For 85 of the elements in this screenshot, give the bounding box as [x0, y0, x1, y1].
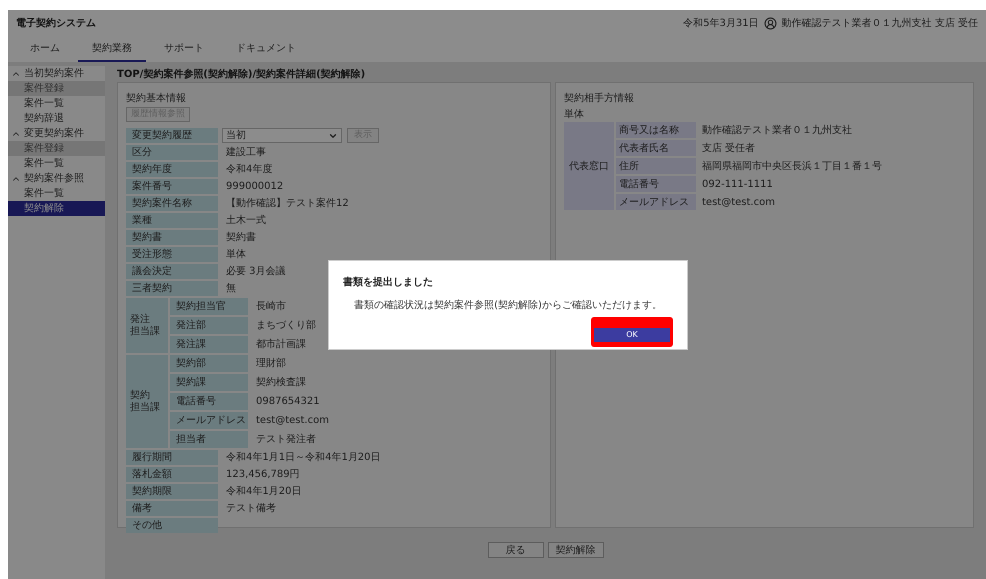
group-label: 担当課 — [130, 402, 161, 414]
field-label: 契約年度 — [126, 162, 218, 177]
field-value: テスト備考 — [225, 502, 277, 516]
field-label: 議会決定 — [126, 264, 218, 279]
panel-title: 契約相手方情報 — [564, 92, 635, 105]
field-value: test@test.com — [701, 196, 776, 210]
group-label: 担当課 — [130, 326, 161, 338]
field-value: 999000012 — [225, 180, 284, 194]
ok-button[interactable]: OK — [594, 328, 670, 342]
field-value: 必要 3月会議 — [225, 264, 287, 279]
sidebar-item[interactable]: 契約解除 — [8, 201, 105, 216]
field-value: 長崎市 — [255, 300, 287, 314]
field-value: 0987654321 — [255, 395, 321, 409]
history-select[interactable]: 当初 — [222, 128, 342, 143]
field-label: 住所 — [616, 158, 696, 174]
sidebar-item[interactable]: 案件一覧 — [8, 186, 105, 201]
field-label: 発注部 — [170, 317, 248, 334]
field-label: メールアドレス — [616, 194, 696, 210]
footer-button[interactable]: 戻る — [488, 542, 544, 558]
field-value: 092-111-1111 — [701, 178, 774, 192]
user-name: 動作確認テスト業者０１九州支社 支店 受任 — [782, 16, 978, 30]
field-value: 福岡県福岡市中央区長浜１丁目１番１号 — [701, 160, 883, 174]
field-label: 受注形態 — [126, 247, 218, 262]
field-label: 担当者 — [170, 431, 248, 448]
field-label: 落札金額 — [126, 467, 218, 482]
field-value: test@test.com — [255, 414, 330, 428]
date-text: 令和5年3月31日 — [683, 16, 759, 30]
field-value: 契約書 — [225, 230, 257, 245]
field-label: 電話番号 — [170, 393, 248, 410]
field-label: 契約部 — [170, 355, 248, 372]
sidebar-section[interactable]: 契約案件参照 — [8, 171, 105, 186]
group-label: 代表窓口 — [564, 122, 614, 210]
field-label: 契約案件名称 — [126, 196, 218, 211]
sidebar-section[interactable]: 当初契約案件 — [8, 66, 105, 81]
partner-type: 単体 — [564, 108, 585, 120]
nav-tab[interactable]: 契約業務 — [78, 36, 146, 62]
dialog-title: 書類を提出しました — [343, 276, 434, 290]
field-value: 契約検査課 — [255, 376, 307, 390]
breadcrumb: TOP/契約案件参照(契約解除)/契約案件詳細(契約解除) — [117, 67, 366, 82]
field-value: 都市計画課 — [255, 338, 307, 352]
field-value: 令和4年1月20日 — [225, 484, 302, 499]
sidebar-section[interactable]: 変更契約案件 — [8, 126, 105, 141]
app-title: 電子契約システム — [16, 16, 96, 30]
field-value: テスト発注者 — [255, 432, 317, 447]
field-label: 三者契約 — [126, 281, 218, 296]
field-label: 履行期間 — [126, 450, 218, 465]
field-label: 電話番号 — [616, 176, 696, 192]
field-value: 無 — [225, 282, 237, 296]
dialog-message: 書類の確認状況は契約案件参照(契約解除)からご確認いただけます。 — [354, 298, 662, 313]
field-label: 契約担当官 — [170, 298, 248, 315]
field-value: 【動作確認】テスト案件12 — [225, 196, 350, 211]
field-label: 業種 — [126, 213, 218, 228]
field-label: 契約期限 — [126, 484, 218, 499]
field-label: 備考 — [126, 501, 218, 516]
field-label: 契約書 — [126, 230, 218, 245]
sidebar-item[interactable]: 契約辞退 — [8, 111, 105, 126]
group-label: 契約 — [130, 390, 151, 402]
nav-tab[interactable]: ホーム — [16, 36, 74, 62]
sidebar-item[interactable]: 案件一覧 — [8, 96, 105, 111]
field-value: 動作確認テスト業者０１九州支社 — [701, 124, 853, 138]
field-value: まちづくり部 — [255, 318, 317, 333]
field-label: 商号又は名称 — [616, 122, 696, 138]
nav-tab[interactable]: サポート — [150, 36, 218, 62]
field-label: 代表者氏名 — [616, 140, 696, 156]
nav-tab[interactable]: ドキュメント — [222, 36, 310, 62]
user-icon — [764, 16, 777, 30]
field-label: 区分 — [126, 145, 218, 160]
field-value: 令和4年1月1日～令和4年1月20日 — [225, 450, 382, 465]
field-label: 発注課 — [170, 336, 248, 353]
field-label: メールアドレス — [170, 412, 248, 429]
field-value: 令和4年度 — [225, 162, 274, 177]
field-label: 案件番号 — [126, 179, 218, 194]
field-value: 支店 受任者 — [701, 142, 756, 156]
panel-title: 契約基本情報 — [126, 92, 187, 105]
field-value: 理財部 — [255, 356, 287, 371]
field-label: 契約課 — [170, 374, 248, 391]
field-label: その他 — [126, 518, 218, 533]
sidebar-item[interactable]: 案件一覧 — [8, 156, 105, 171]
group-label: 発注 — [130, 314, 151, 326]
footer-button[interactable]: 契約解除 — [548, 542, 604, 558]
field-value: 単体 — [225, 248, 247, 262]
field-label: 変更契約履歴 — [126, 128, 218, 143]
field-value: 123,456,789円 — [225, 468, 301, 482]
field-value: 土木一式 — [225, 214, 267, 228]
field-value: 建設工事 — [225, 146, 267, 160]
